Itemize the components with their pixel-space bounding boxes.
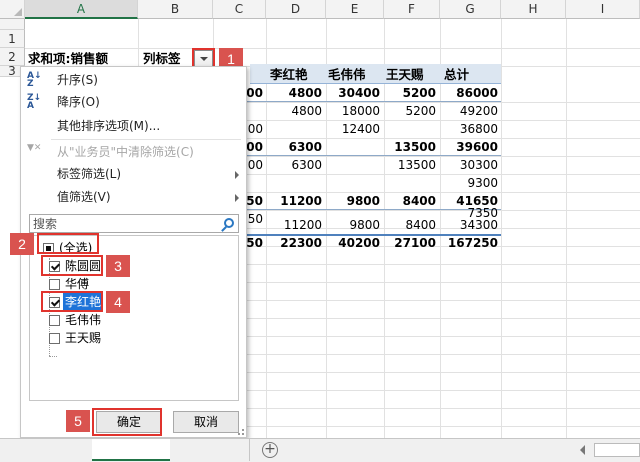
- checkbox-unchecked[interactable]: [49, 279, 60, 290]
- pivot-col-header: 王天赐: [386, 67, 424, 82]
- checkbox-unchecked[interactable]: [49, 333, 60, 344]
- callout-badge-5: 5: [66, 410, 90, 432]
- search-icon[interactable]: [224, 218, 234, 228]
- pivot-cell: 167250: [447, 236, 498, 250]
- chevron-right-icon: [235, 171, 239, 179]
- pivot-cell: 6300: [288, 140, 322, 154]
- pivot-cell: [326, 156, 380, 174]
- pivot-cell: 9300: [467, 176, 498, 190]
- grid-line: [25, 48, 640, 49]
- pivot-cell: 30400: [338, 86, 380, 100]
- add-sheet-button[interactable]: +: [262, 442, 278, 458]
- sort-ascending-icon: A↓ Z: [27, 71, 42, 89]
- menu-item-more-sort-options[interactable]: 其他排序选项(M)...: [21, 115, 246, 137]
- select-all-corner[interactable]: [0, 0, 25, 19]
- pivot-cell: 34300: [459, 218, 498, 232]
- column-header-h[interactable]: H: [501, 0, 566, 19]
- column-header-e[interactable]: E: [326, 0, 384, 19]
- tree-connector: [49, 356, 57, 357]
- pivot-cell: 30300: [459, 158, 498, 172]
- pivot-cell: 18000: [341, 104, 380, 118]
- pivot-cell: 8400: [402, 194, 436, 208]
- pivot-cell: 11200: [283, 218, 322, 232]
- menu-item-label: 标签筛选(L): [57, 167, 122, 181]
- pivot-cell: 9800: [349, 218, 380, 232]
- pivot-cell: 13500: [394, 140, 436, 154]
- callout-badge-4: 4: [106, 291, 130, 313]
- pivot-cell: 36800: [459, 122, 498, 136]
- callout-badge-3: 3: [106, 255, 130, 277]
- column-header-d[interactable]: D: [266, 0, 326, 19]
- menu-item-value-filter[interactable]: 值筛选(V): [21, 186, 246, 208]
- resize-grip-icon[interactable]: [238, 429, 244, 435]
- row-header-1[interactable]: 1: [0, 30, 25, 48]
- menu-separator: [51, 139, 241, 140]
- row-header-blank: [0, 19, 25, 30]
- pivot-cell: 11200: [280, 194, 322, 208]
- list-item-mao-weiwei[interactable]: 毛伟伟: [30, 311, 230, 329]
- callout-highlight-3: [41, 255, 103, 276]
- pivot-cell: 5200: [402, 86, 436, 100]
- pivot-cell: [266, 120, 322, 138]
- callout-highlight-4: [41, 291, 103, 312]
- scroll-left-icon[interactable]: [580, 445, 585, 455]
- cancel-button[interactable]: 取消: [173, 411, 239, 433]
- filter-search-box[interactable]: [29, 214, 239, 233]
- menu-item-label: 降序(O): [57, 95, 100, 109]
- pivot-cell: 39600: [456, 140, 498, 154]
- callout-badge-2: 2: [10, 233, 34, 255]
- menu-item-label: 其他排序选项(M)...: [57, 119, 161, 133]
- pivot-cell: 8400: [405, 218, 436, 232]
- pivot-cell: 9800: [346, 194, 380, 208]
- filter-search-input[interactable]: [33, 216, 213, 231]
- menu-item-sort-ascending[interactable]: A↓ Z 升序(S): [21, 69, 246, 91]
- list-item-label: 毛伟伟: [65, 313, 102, 327]
- callout-highlight-5: [92, 408, 162, 436]
- pivot-col-header: 总计: [444, 67, 470, 82]
- column-header-b[interactable]: B: [138, 0, 213, 19]
- pivot-cell: 49200: [459, 104, 498, 118]
- pivot-cell: 40200: [338, 236, 380, 250]
- menu-item-label-filter[interactable]: 标签筛选(L): [21, 163, 246, 185]
- chevron-right-icon: [235, 194, 239, 202]
- pivot-cell: 27100: [394, 236, 436, 250]
- pivot-cell: 12400: [341, 122, 380, 136]
- menu-item-label: 从"业务员"中清除筛选(C): [57, 145, 194, 159]
- pivot-cell: [326, 174, 380, 192]
- pivot-cell: 86000: [456, 86, 498, 100]
- sheet-tab-active[interactable]: [92, 439, 170, 461]
- clear-filter-icon: ▼✕: [27, 143, 42, 153]
- pivot-cell: 13500: [397, 158, 436, 172]
- column-header-c[interactable]: C: [213, 0, 266, 19]
- callout-highlight-2: [37, 233, 99, 254]
- menu-item-label: 值筛选(V): [57, 190, 111, 204]
- row-header-2[interactable]: 2: [0, 48, 25, 66]
- horizontal-scrollbar[interactable]: [594, 443, 640, 457]
- list-item-wang-tianci[interactable]: 王天赐: [30, 329, 230, 347]
- pivot-col-header: 李红艳: [270, 67, 308, 82]
- sheet-tab-bar[interactable]: +: [0, 438, 640, 462]
- pivot-cell: [384, 120, 436, 138]
- pivot-cell: [384, 174, 436, 192]
- column-header-a[interactable]: A: [25, 0, 138, 19]
- pivot-cell: 22300: [280, 236, 322, 250]
- pivot-cell: [326, 138, 380, 156]
- pivot-cell: 4800: [288, 86, 322, 100]
- pivot-col-header: 毛伟伟: [328, 67, 366, 82]
- menu-item-clear-filter: ▼✕ 从"业务员"中清除筛选(C): [21, 141, 246, 163]
- pivot-cell: 5200: [405, 104, 436, 118]
- menu-item-label: 升序(S): [57, 73, 98, 87]
- sort-descending-icon: Z↓ A: [27, 93, 42, 111]
- list-item-label: 王天赐: [65, 331, 102, 345]
- pivot-cell: 4800: [291, 104, 322, 118]
- column-header-i[interactable]: I: [566, 0, 640, 19]
- sheet-tab[interactable]: [170, 439, 250, 461]
- pivot-cell: [266, 174, 322, 192]
- column-header-f[interactable]: F: [384, 0, 440, 19]
- checkbox-unchecked[interactable]: [49, 315, 60, 326]
- pivot-cell: 6300: [291, 158, 322, 172]
- column-header-g[interactable]: G: [440, 0, 501, 19]
- menu-item-sort-descending[interactable]: Z↓ A 降序(O): [21, 91, 246, 113]
